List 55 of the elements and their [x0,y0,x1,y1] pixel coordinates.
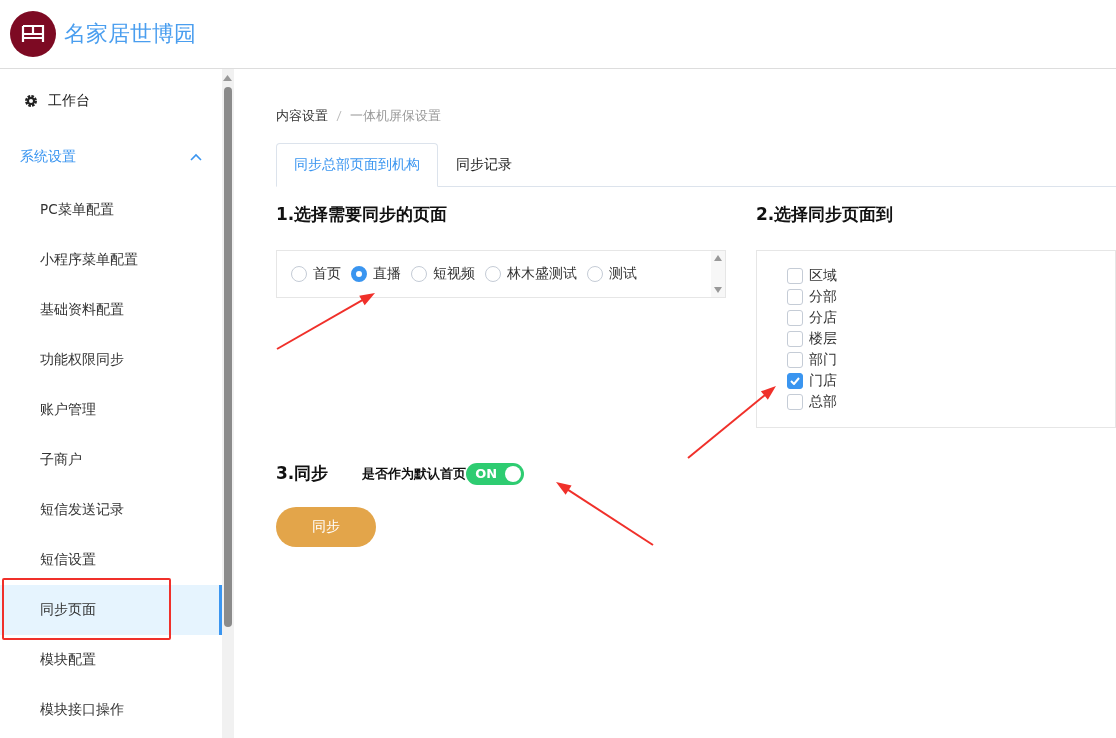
radio-label: 短视频 [433,265,475,283]
checkbox[interactable] [787,373,803,389]
sidebar-item[interactable]: 同步页面 [0,585,222,635]
sidebar-group-label: 系统设置 [20,148,76,166]
checkbox-label: 分店 [809,309,837,327]
section-heading: 3.同步 [276,462,329,485]
radio-label: 首页 [313,265,341,283]
scroll-down-icon[interactable] [714,287,722,293]
checkbox-label: 楼层 [809,330,837,348]
sidebar-item[interactable]: 模块接口操作 [0,685,222,735]
sidebar-item[interactable]: 子商户 [0,435,222,485]
checkbox-label: 总部 [809,393,837,411]
check-icon [790,377,800,385]
settings-icon [24,94,38,108]
checkbox[interactable] [787,310,803,326]
tab[interactable]: 同步记录 [438,143,530,187]
radio-label: 林木盛测试 [507,265,577,283]
checkbox-label: 门店 [809,372,837,390]
radio-button[interactable] [351,266,367,282]
sidebar-item[interactable]: 短信设置 [0,535,222,585]
brand-title: 名家居世博园 [64,20,196,48]
section-heading: 2.选择同步页面到 [756,203,895,226]
bed-logo-icon [10,11,56,57]
sidebar-item[interactable]: 基础资料配置 [0,285,222,335]
sidebar-item[interactable]: 小程序菜单配置 [0,235,222,285]
checkbox-label: 分部 [809,288,837,306]
checkbox[interactable] [787,352,803,368]
breadcrumb-separator-icon [336,110,342,122]
toggle-label: 是否作为默认首页 [362,464,467,483]
checkbox[interactable] [787,268,803,284]
checkbox[interactable] [787,289,803,305]
radio-label: 直播 [373,265,401,283]
scroll-up-icon [223,75,233,81]
radio-button[interactable] [587,266,603,282]
radio-button[interactable] [291,266,307,282]
sidebar-item[interactable]: 功能权限同步 [0,335,222,385]
section-heading: 1.选择需要同步的页面 [276,203,449,226]
checkbox[interactable] [787,331,803,347]
scroll-up-icon[interactable] [714,255,722,261]
sidebar-item[interactable]: 账户管理 [0,385,222,435]
panel-scrollbar[interactable] [711,251,725,297]
sidebar-item[interactable]: 工作台 [0,73,222,129]
checkbox-label: 区域 [809,267,837,285]
sidebar-item[interactable]: 短信发送记录 [0,485,222,535]
sidebar-item[interactable]: 模块配置 [0,635,222,685]
radio-button[interactable] [485,266,501,282]
sidebar-item-label: 工作台 [48,92,90,110]
radio-button[interactable] [411,266,427,282]
sidebar-item[interactable]: PC菜单配置 [0,185,222,235]
chevron-icon [189,153,202,161]
scrollbar-thumb[interactable] [223,87,232,627]
checkbox-label: 部门 [809,351,837,369]
breadcrumb-item[interactable]: 内容设置 [276,107,328,125]
checkbox[interactable] [787,394,803,410]
radio-label: 测试 [609,265,637,283]
